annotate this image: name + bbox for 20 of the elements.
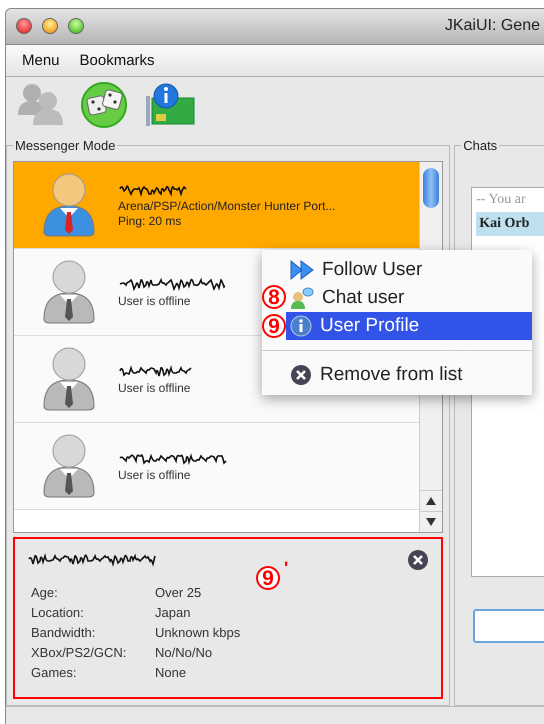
field-label: XBox/PS2/GCN: [31, 644, 128, 662]
window-title: JKaiUI: Gene [444, 17, 540, 36]
field-value: Unknown kbps [155, 624, 242, 642]
field-value: No/No/No [155, 644, 214, 662]
callout-prime: ' [284, 558, 288, 579]
field-value: Over 25 [155, 584, 202, 602]
contact-status: Arena/PSP/Action/Monster Hunter Port... [118, 199, 336, 214]
field-label: Games: [31, 664, 78, 682]
field-label: Location: [31, 604, 85, 622]
field-value: None [155, 664, 188, 682]
contact-status: User is offline [118, 380, 192, 396]
panel-title: Chats [462, 138, 498, 154]
panel-title: Messenger Mode [14, 138, 116, 154]
contact-status: User is offline [118, 294, 192, 309]
contact-status: User is offline [118, 468, 192, 483]
chat-line: -- You ar [476, 192, 527, 208]
field-value: Japan [155, 604, 192, 622]
contact-status: Ping: 20 ms [118, 214, 182, 230]
field-label: Age: [31, 584, 59, 602]
field-label: Bandwidth: [31, 624, 96, 642]
